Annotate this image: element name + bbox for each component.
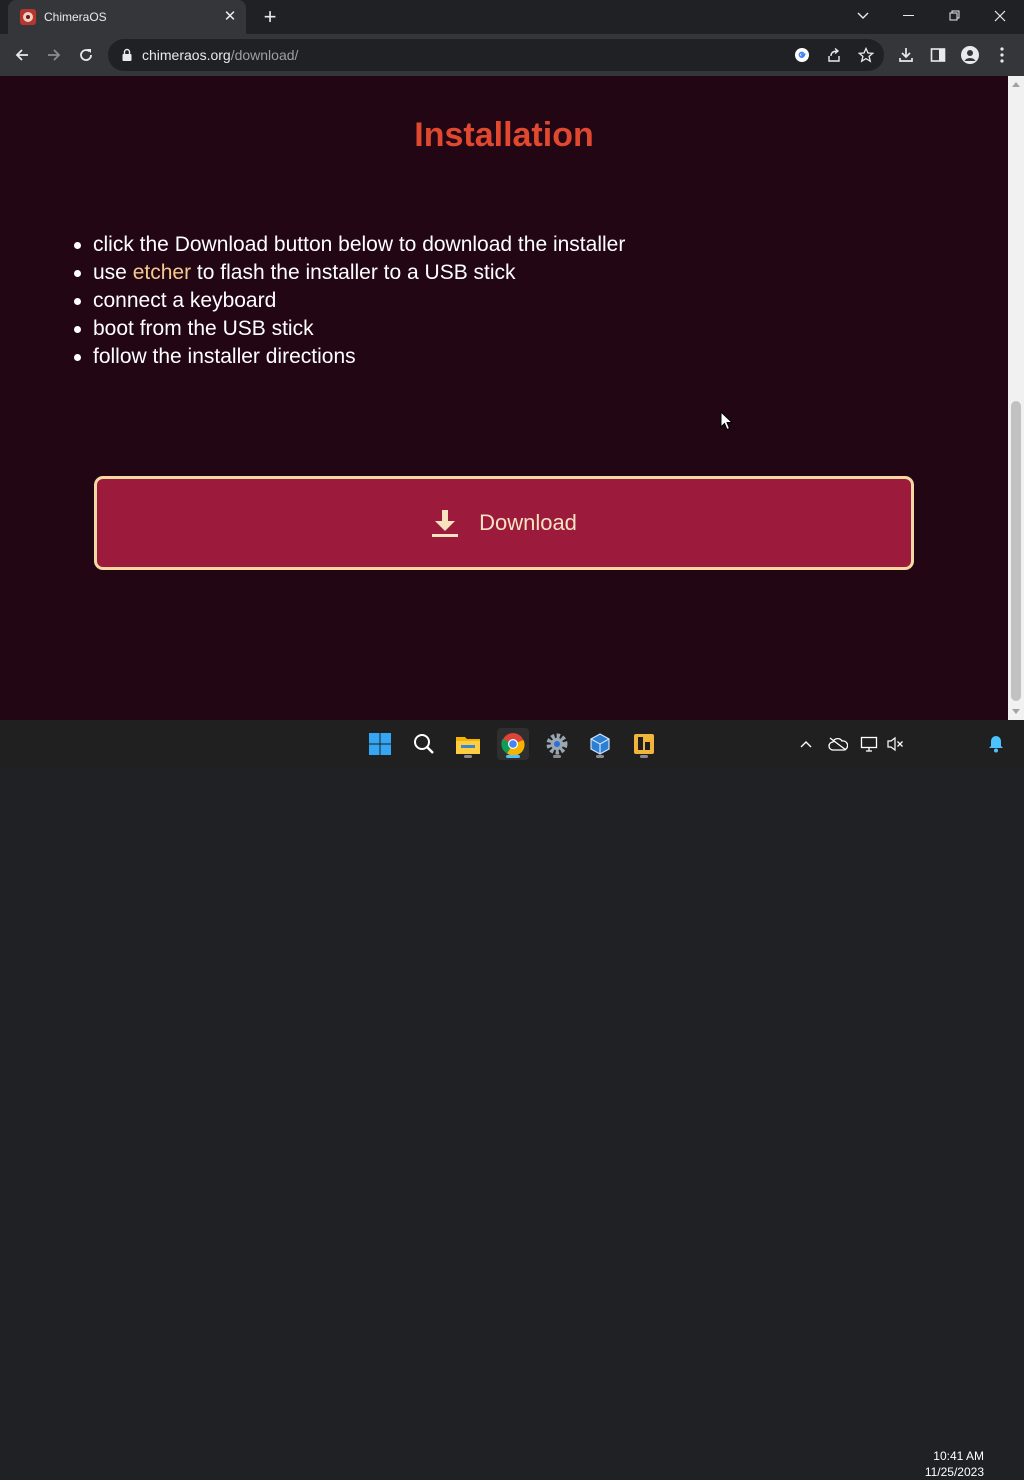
chrome-icon[interactable] [497,728,529,760]
taskbar: 10:41 AM 11/25/2023 [0,720,1024,1479]
step-text: to flash the installer to a USB stick [191,261,516,284]
list-item: connect a keyboard [73,287,625,315]
notification-bell-icon[interactable] [986,734,1006,754]
search-icon[interactable] [408,728,440,760]
taskbar-running-indicator [464,755,472,758]
list-item: click the Download button below to downl… [73,231,625,259]
share-icon[interactable] [824,45,844,65]
page-title: Installation [414,116,594,154]
reload-icon[interactable] [74,43,98,67]
scrollbar-thumb[interactable] [1011,401,1021,701]
url-text[interactable]: chimeraos.org/download/ [142,47,298,63]
new-tab-button[interactable]: + [258,5,282,29]
etcher-link[interactable]: etcher [133,261,191,284]
download-button-label: Download [479,510,577,535]
settings-icon[interactable] [541,728,573,760]
step-text: use [93,261,133,284]
volume-muted-icon[interactable] [885,734,905,754]
downloads-icon[interactable] [894,43,918,67]
tab-strip: ChimeraOS ✕ + [0,0,1024,34]
taskbar-clock[interactable]: 10:41 AM 11/25/2023 [914,1448,984,1480]
show-hidden-icons-chevron-icon[interactable] [796,734,816,754]
virtualbox-icon[interactable] [584,728,616,760]
onedrive-offline-icon[interactable] [828,734,848,754]
page-viewport[interactable]: Installation click the Download button b… [0,76,1008,720]
restore-icon[interactable] [935,4,975,28]
close-window-icon[interactable] [980,4,1020,28]
installation-steps: click the Download button below to downl… [73,231,625,371]
app-icon[interactable] [628,728,660,760]
mouse-cursor-icon [720,411,734,431]
browser-toolbar: chimeraos.org/download/ [0,34,1024,76]
lock-icon[interactable] [120,48,134,62]
side-panel-icon[interactable] [926,43,950,67]
list-item: follow the installer directions [73,343,625,371]
taskbar-running-indicator [553,755,561,758]
bookmark-star-icon[interactable] [856,45,876,65]
clock-time: 10:41 AM [933,1449,984,1463]
taskbar-active-indicator [506,755,520,758]
minimize-icon[interactable] [889,4,929,28]
menu-kebab-icon[interactable] [990,43,1014,67]
address-bar[interactable]: chimeraos.org/download/ [108,39,884,71]
network-icon[interactable] [859,734,879,754]
taskbar-running-indicator [596,755,604,758]
list-item: use etcher to flash the installer to a U… [73,259,625,287]
scroll-up-arrow-icon[interactable] [1012,82,1020,87]
url-domain: chimeraos.org [142,47,231,63]
tab-search-chevron-icon[interactable] [843,4,883,28]
profile-avatar-icon[interactable] [958,43,982,67]
tab-chimeraos[interactable]: ChimeraOS ✕ [8,0,246,34]
chimeraos-logo-icon [20,9,36,25]
forward-arrow-icon[interactable] [42,43,66,67]
list-item: boot from the USB stick [73,315,625,343]
windows-start-icon[interactable] [364,728,396,760]
url-path: /download/ [230,47,299,63]
file-explorer-icon[interactable] [452,728,484,760]
back-arrow-icon[interactable] [10,43,34,67]
google-lens-icon[interactable] [792,45,812,65]
tab-title: ChimeraOS [44,10,107,24]
close-tab-icon[interactable]: ✕ [222,9,238,25]
clock-date: 11/25/2023 [924,1465,984,1479]
page-scrollbar[interactable] [1008,76,1024,720]
download-icon [432,510,459,537]
taskbar-running-indicator [640,755,648,758]
scroll-down-arrow-icon[interactable] [1012,709,1020,714]
download-button[interactable]: Download [94,476,914,570]
